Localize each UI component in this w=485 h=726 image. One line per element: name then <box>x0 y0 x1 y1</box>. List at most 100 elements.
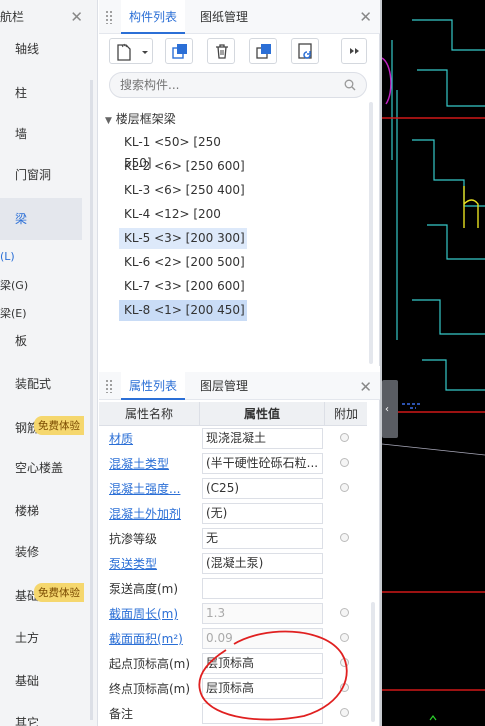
copy-component-button[interactable] <box>165 38 193 64</box>
tab-component-list[interactable]: 构件列表 <box>121 0 186 34</box>
nav-subitem[interactable]: (L) <box>0 250 15 263</box>
property-value-field[interactable]: (无) <box>202 503 323 524</box>
property-row: 混凝土外加剂 (无) <box>99 501 367 526</box>
nav-subitem[interactable]: 梁(G) <box>0 277 28 293</box>
nav-item[interactable]: 板 <box>0 332 82 349</box>
property-value-field[interactable] <box>202 578 323 599</box>
extract-component-button[interactable] <box>291 38 319 64</box>
copy-icon <box>172 44 187 59</box>
property-name[interactable]: 泵送类型 <box>109 555 157 572</box>
caret-down-icon[interactable]: ▼ <box>105 116 112 126</box>
component-item[interactable]: KL-5 <3> [200 300] <box>119 228 247 249</box>
component-item[interactable]: KL-8 <1> [200 450] <box>119 300 247 321</box>
nav-item[interactable]: 空心楼盖 <box>0 459 82 476</box>
refresh-doc-icon <box>298 43 312 59</box>
property-name[interactable]: 混凝土外加剂 <box>109 505 181 522</box>
delete-component-button[interactable] <box>207 38 235 64</box>
nav-item[interactable]: 门窗洞 <box>0 166 82 183</box>
attach-checkbox[interactable] <box>340 458 349 467</box>
property-row: 截面周长(m) 1.3 <box>99 601 367 626</box>
column-header: 属性值 <box>200 402 325 426</box>
nav-scrollbar[interactable] <box>90 80 93 720</box>
property-row: 材质 现浇混凝土 <box>99 426 367 451</box>
trash-icon <box>216 44 228 59</box>
component-item[interactable]: KL-6 <2> [200 500] <box>119 252 247 273</box>
property-name: 泵送高度(m) <box>109 582 179 596</box>
drag-handle-icon[interactable] <box>105 379 113 393</box>
property-tabs: 属性列表 图层管理 ✕ <box>99 372 380 400</box>
new-component-button[interactable] <box>109 38 153 64</box>
free-trial-badge[interactable]: 免费体验 <box>34 583 84 602</box>
property-value-field[interactable]: (混凝土泵) <box>202 553 323 574</box>
nav-item[interactable]: 其它 <box>0 714 82 726</box>
component-item[interactable]: KL-7 <3> [200 600] <box>119 276 247 297</box>
property-name: 起点顶标高(m) <box>109 657 191 671</box>
component-item[interactable]: KL-2 <6> [250 600] <box>119 156 247 177</box>
property-value-field[interactable]: 1.3 <box>202 603 323 624</box>
drawing-canvas[interactable]: ‹ <box>382 0 485 726</box>
property-name[interactable]: 混凝土类型 <box>109 455 169 472</box>
attach-checkbox[interactable] <box>340 608 349 617</box>
nav-subitem[interactable]: 梁(E) <box>0 305 27 321</box>
close-icon[interactable]: ✕ <box>359 378 372 396</box>
annotation-ellipse <box>198 630 348 721</box>
component-item[interactable]: KL-1 <50> [250 550] <box>119 132 247 170</box>
property-name: 抗渗等级 <box>109 532 158 546</box>
property-list-panel: 属性列表 图层管理 ✕ 属性名称 属性值 附加 材质 现浇混凝土混凝土类型 (半干硬… <box>99 372 380 726</box>
property-row: 抗渗等级 无 <box>99 526 367 551</box>
nav-item[interactable]: 装修 <box>0 543 82 560</box>
nav-item[interactable]: 基础 <box>0 672 82 689</box>
component-list-scrollbar[interactable] <box>369 102 373 364</box>
attach-checkbox[interactable] <box>340 533 349 542</box>
tab-layer-management[interactable]: 图层管理 <box>192 372 256 400</box>
property-grid-header: 属性名称 属性值 附加 <box>99 402 367 426</box>
nav-item[interactable]: 柱 <box>0 84 82 101</box>
property-row: 混凝土类型 (半干硬性砼砾石粒... <box>99 451 367 476</box>
component-item[interactable]: KL-3 <6> [250 400] <box>119 180 247 201</box>
nav-item[interactable]: 土方 <box>0 629 82 646</box>
property-name[interactable]: 截面面积(m²) <box>109 630 183 647</box>
more-tools-button[interactable] <box>341 38 367 64</box>
column-header: 附加 <box>333 407 358 421</box>
property-name: 备注 <box>109 707 134 721</box>
attach-checkbox[interactable] <box>340 483 349 492</box>
search-icon[interactable] <box>344 79 356 91</box>
nav-item[interactable]: 轴线 <box>0 40 82 57</box>
drag-handle-icon[interactable] <box>105 10 113 24</box>
nav-item[interactable]: 装配式 <box>0 375 82 392</box>
component-item[interactable]: KL-4 <12> [200 400] <box>119 204 247 242</box>
nav-item[interactable]: 梁 <box>0 198 82 240</box>
nav-item[interactable]: 楼梯 <box>0 502 82 519</box>
tab-property-list[interactable]: 属性列表 <box>121 372 186 400</box>
nav-header: 航栏 ✕ <box>0 0 97 34</box>
component-tabs: 构件列表 图纸管理 ✕ <box>99 0 380 34</box>
cad-drawing[interactable]: ‹ <box>382 0 485 726</box>
property-value-field[interactable]: (半干硬性砼砾石粒... <box>202 453 323 474</box>
component-list-panel: 构件列表 图纸管理 ✕ 搜索构件... ▼ 楼层框架梁 KL-1 <50> [2… <box>99 0 380 366</box>
search-input[interactable] <box>120 78 340 92</box>
property-name[interactable]: 混凝土强度... <box>109 480 180 497</box>
tree-root[interactable]: ▼ 楼层框架梁 <box>105 110 176 127</box>
close-icon[interactable]: ✕ <box>70 0 83 34</box>
property-list-scrollbar[interactable] <box>371 602 375 722</box>
property-row: 混凝土强度... (C25) <box>99 476 367 501</box>
tree-root-label: 楼层框架梁 <box>115 112 176 126</box>
free-trial-badge[interactable]: 免费体验 <box>34 416 84 435</box>
property-name[interactable]: 截面周长(m) <box>109 605 178 622</box>
property-value-field[interactable]: 无 <box>202 528 323 549</box>
column-header: 属性名称 <box>99 402 200 426</box>
nav-item[interactable]: 墙 <box>0 125 82 142</box>
close-icon[interactable]: ✕ <box>359 8 372 26</box>
property-row: 泵送类型 (混凝土泵) <box>99 551 367 576</box>
double-chevron-right-icon <box>350 48 359 54</box>
new-file-icon <box>117 43 148 61</box>
property-value-field[interactable]: (C25) <box>202 478 323 499</box>
duplicate-floor-button[interactable] <box>249 38 277 64</box>
left-nav-panel: 航栏 ✕ 轴线柱墙门窗洞梁板装配式 钢筋混 空心楼盖 楼梯 装修 基础 土方 基础 其它 (L) 梁… <box>0 0 98 726</box>
tab-drawing-management[interactable]: 图纸管理 <box>192 0 256 34</box>
attach-checkbox[interactable] <box>340 433 349 442</box>
property-value-field[interactable]: 现浇混凝土 <box>202 428 323 449</box>
component-search[interactable] <box>109 72 367 98</box>
property-name[interactable]: 材质 <box>109 430 133 447</box>
svg-text:‹: ‹ <box>385 404 389 415</box>
